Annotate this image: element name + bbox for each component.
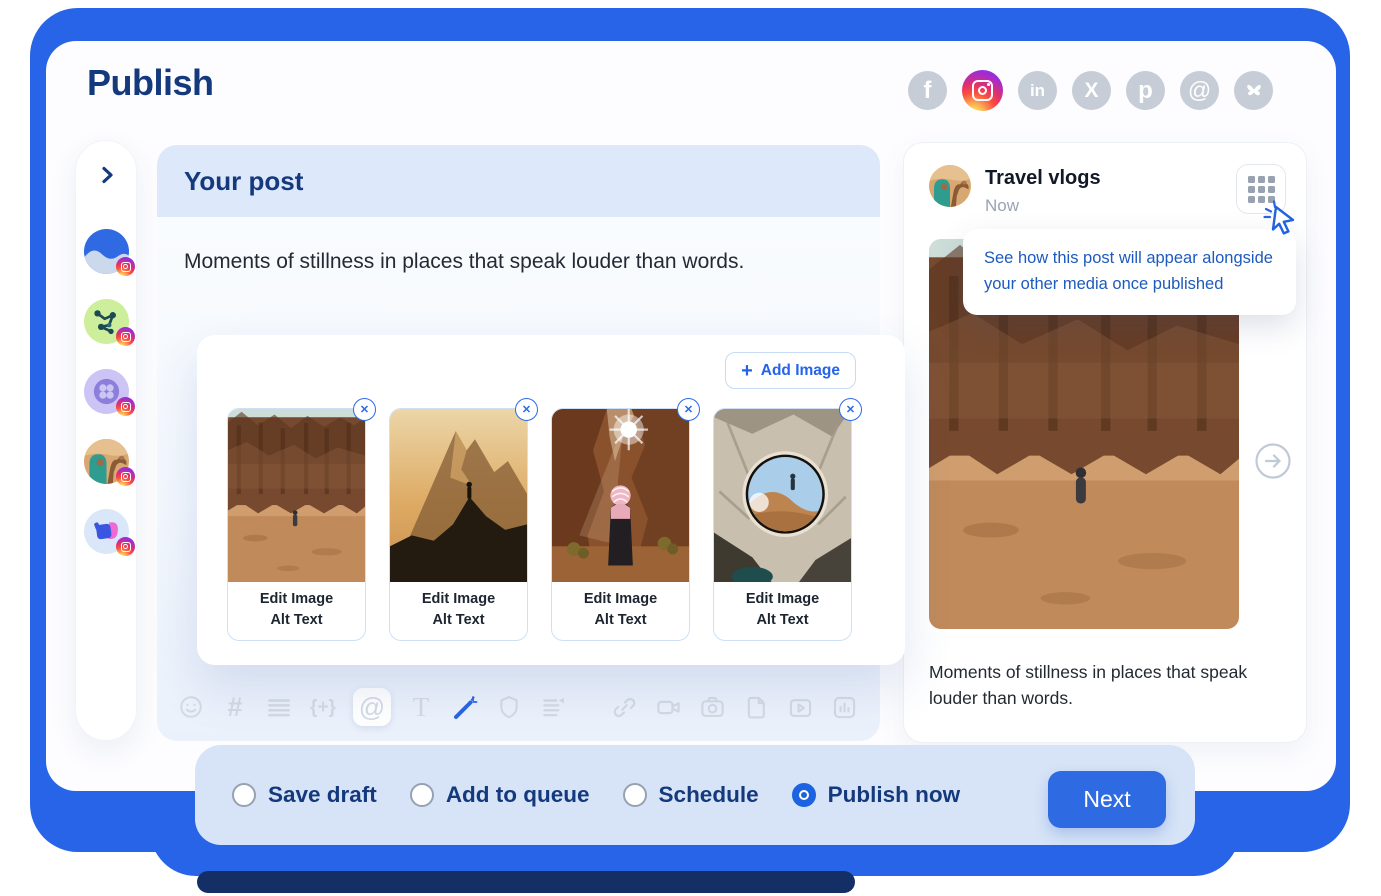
image-thumb-1: ✕ Edit Image Alt Text — [227, 408, 366, 641]
thumbnail-silhouette-photo[interactable] — [390, 409, 527, 582]
instagram-icon[interactable] — [962, 70, 1003, 111]
radio-icon[interactable] — [623, 783, 647, 807]
instagram-badge-icon — [116, 537, 135, 556]
option-schedule[interactable]: Schedule — [623, 782, 759, 808]
linkedin-icon[interactable]: in — [1018, 71, 1057, 110]
snippet-icon[interactable]: {+} — [309, 693, 337, 721]
x-icon[interactable]: X — [1072, 71, 1111, 110]
edit-image-button[interactable]: Edit Image — [228, 591, 365, 607]
radio-selected-icon[interactable] — [792, 783, 816, 807]
edit-image-button[interactable]: Edit Image — [390, 591, 527, 607]
publish-options: Save draft Add to queue Schedule Publish… — [232, 745, 960, 845]
image-thumb-4: ✕ Edit Image Alt Text — [713, 408, 852, 641]
publish-action-bar: Save draft Add to queue Schedule Publish… — [195, 745, 1195, 845]
preview-avatar — [929, 165, 971, 207]
pinterest-icon[interactable]: p — [1126, 71, 1165, 110]
sidebar-expand-button[interactable] — [95, 163, 119, 192]
next-button[interactable]: Next — [1048, 771, 1166, 828]
preview-timestamp: Now — [985, 196, 1019, 216]
shield-icon[interactable] — [495, 693, 523, 721]
file-icon[interactable] — [742, 693, 770, 721]
thumbnail-canyon-photo[interactable] — [228, 409, 365, 582]
publish-screen: Publish f in X p @ — [0, 0, 1381, 896]
text-format-icon[interactable]: T — [407, 693, 435, 721]
account-item-5[interactable] — [76, 509, 138, 554]
hashtag-icon[interactable]: # — [221, 693, 249, 721]
instagram-badge-icon — [116, 397, 135, 416]
image-thumbnails: ✕ Edit Image Alt Text ✕ Edit Image Alt T… — [227, 408, 852, 641]
remove-image-icon[interactable]: ✕ — [353, 398, 376, 421]
ai-wand-icon[interactable] — [451, 693, 479, 721]
instagram-badge-icon — [116, 467, 135, 486]
thumbnail-tent-photo[interactable] — [714, 409, 851, 582]
page-title: Publish — [87, 62, 214, 104]
bluesky-icon[interactable] — [1234, 71, 1273, 110]
alt-text-button[interactable]: Alt Text — [390, 612, 527, 628]
radio-icon[interactable] — [232, 783, 256, 807]
account-item-4[interactable] — [76, 439, 138, 484]
alt-text-button[interactable]: Alt Text — [228, 612, 365, 628]
thumbnail-flare-photo[interactable] — [552, 409, 689, 582]
composer-toolbar: # {+} @ T — [177, 683, 858, 731]
edit-image-button[interactable]: Edit Image — [552, 591, 689, 607]
link-icon[interactable] — [610, 693, 638, 721]
camera-icon[interactable] — [698, 693, 726, 721]
alt-text-button[interactable]: Alt Text — [714, 612, 851, 628]
option-add-to-queue[interactable]: Add to queue — [410, 782, 590, 808]
composer-header: Your post — [157, 145, 880, 217]
alt-text-button[interactable]: Alt Text — [552, 612, 689, 628]
account-item-3[interactable] — [76, 369, 138, 414]
media-attachments-card: + Add Image ✕ Edit Image Alt Text ✕ Edit… — [197, 335, 905, 665]
post-preview-panel: Travel vlogs Now See how this post will … — [903, 142, 1307, 743]
analytics-icon[interactable] — [830, 693, 858, 721]
remove-image-icon[interactable]: ✕ — [515, 398, 538, 421]
instagram-camera-glyph — [972, 80, 993, 101]
cursor-pointer-icon — [1262, 199, 1300, 242]
next-media-button[interactable] — [1254, 442, 1292, 480]
option-save-draft[interactable]: Save draft — [232, 782, 377, 808]
add-image-button[interactable]: + Add Image — [725, 352, 856, 389]
post-text-input[interactable]: Moments of stillness in places that spea… — [184, 250, 744, 274]
preview-tooltip: See how this post will appear alongside … — [963, 229, 1296, 315]
account-item-2[interactable] — [76, 299, 138, 344]
image-thumb-3: ✕ Edit Image Alt Text — [551, 408, 690, 641]
edit-image-button[interactable]: Edit Image — [714, 591, 851, 607]
facebook-icon[interactable]: f — [908, 71, 947, 110]
remove-image-icon[interactable]: ✕ — [839, 398, 862, 421]
mention-icon[interactable]: @ — [353, 688, 391, 726]
preview-account-name: Travel vlogs — [985, 167, 1101, 190]
instagram-badge-icon — [116, 257, 135, 276]
plus-icon: + — [741, 361, 753, 381]
list-icon[interactable] — [265, 693, 293, 721]
threads-icon[interactable]: @ — [1180, 71, 1219, 110]
instagram-badge-icon — [116, 327, 135, 346]
radio-icon[interactable] — [410, 783, 434, 807]
image-thumb-2: ✕ Edit Image Alt Text — [389, 408, 528, 641]
preview-caption: Moments of stillness in places that spea… — [929, 659, 1283, 712]
option-publish-now[interactable]: Publish now — [792, 782, 961, 808]
text-direction-icon[interactable] — [539, 693, 567, 721]
media-clip-icon[interactable] — [786, 693, 814, 721]
video-icon[interactable] — [654, 693, 682, 721]
section-title: Your post — [184, 166, 303, 197]
account-item-1[interactable] — [76, 229, 138, 274]
emoji-icon[interactable] — [177, 693, 205, 721]
bottom-accent-bar — [197, 871, 855, 893]
network-selector: f in X p @ — [908, 70, 1273, 111]
remove-image-icon[interactable]: ✕ — [677, 398, 700, 421]
accounts-sidebar — [75, 140, 137, 741]
